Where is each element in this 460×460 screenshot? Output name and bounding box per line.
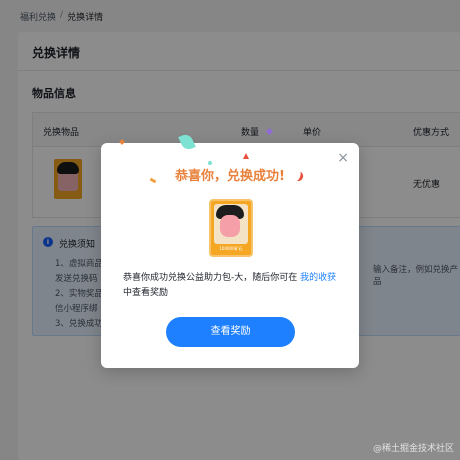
watermark: @稀土掘金技术社区: [372, 444, 454, 454]
prize-image: 100000矿石: [209, 199, 253, 257]
success-dialog: × 恭喜你，兑换成功! 100000矿石 恭喜你成功兑换公益助力包-大，随后你可…: [101, 143, 359, 368]
desc-suffix: 中查看奖励: [123, 288, 169, 298]
close-icon[interactable]: ×: [337, 151, 349, 165]
prize-caption: 100000矿石: [219, 246, 243, 251]
dialog-description: 恭喜你成功兑换公益助力包-大，随后你可在 我的收获 中查看奖励: [123, 271, 337, 301]
view-reward-button[interactable]: 查看奖励: [166, 317, 295, 347]
my-harvest-link[interactable]: 我的收获: [300, 273, 336, 283]
confetti-decoration: [208, 161, 212, 165]
desc-prefix: 恭喜你成功兑换公益助力包-大，随后你可在: [123, 273, 298, 283]
dialog-title: 恭喜你，兑换成功!: [175, 169, 285, 184]
confetti-decoration: [243, 153, 249, 159]
